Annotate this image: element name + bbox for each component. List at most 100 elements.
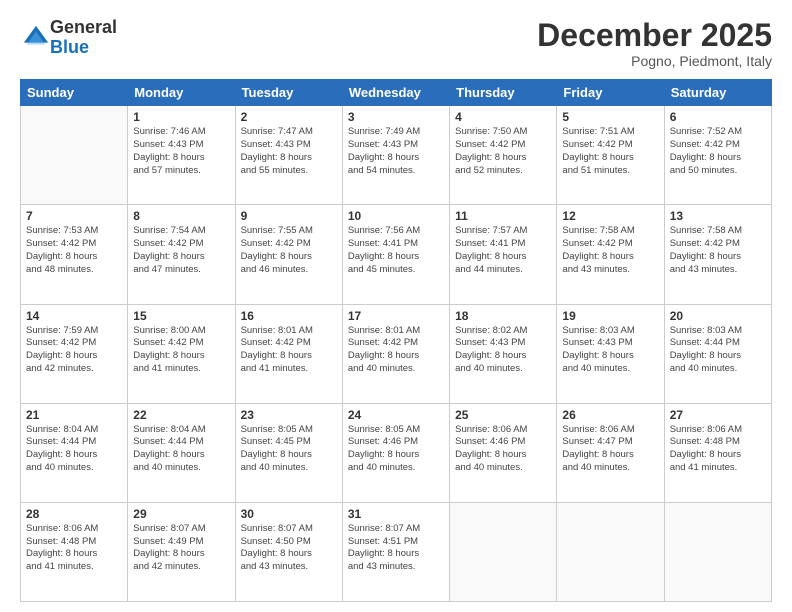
calendar-cell: 26 Sunrise: 8:06 AM Sunset: 4:47 PM Dayli… [557,403,664,502]
day-info: Sunrise: 7:54 AM Sunset: 4:42 PM Dayligh… [133,225,229,276]
day-header-wednesday: Wednesday [342,80,449,106]
calendar-cell: 19Sunrise: 8:03 AM Sunset: 4:43 PM Dayli… [557,304,664,403]
day-info: Sunrise: 7:51 AM Sunset: 4:42 PM Dayligh… [562,126,658,177]
calendar-week-1: 1 Sunrise: 7:46 AM Sunset: 4:43 PM Daylig… [21,106,772,205]
day-info: Sunrise: 8:04 AM Sunset: 4:44 PM Dayligh… [26,424,122,475]
day-number: 8 [133,209,229,223]
day-info: Sunrise: 8:01 AM Sunset: 4:42 PM Dayligh… [241,325,337,376]
day-info: Sunrise: 8:05 AM Sunset: 4:45 PM Dayligh… [241,424,337,475]
calendar-cell: 23Sunrise: 8:05 AM Sunset: 4:45 PM Dayli… [235,403,342,502]
day-header-sunday: Sunday [21,80,128,106]
day-info: Sunrise: 8:05 AM Sunset: 4:46 PM Dayligh… [348,424,444,475]
day-number: 14 [26,309,122,323]
calendar-cell: 12 Sunrise: 7:58 AM Sunset: 4:42 PM Dayli… [557,205,664,304]
logo-general: General [50,18,117,38]
day-number: 15 [133,309,229,323]
calendar-cell: 2 Sunrise: 7:47 AM Sunset: 4:43 PM Daylig… [235,106,342,205]
calendar-cell: 30Sunrise: 8:07 AM Sunset: 4:50 PM Dayli… [235,502,342,601]
calendar-week-3: 14 Sunrise: 7:59 AM Sunset: 4:42 PM Dayli… [21,304,772,403]
calendar-cell [21,106,128,205]
title-section: December 2025 Pogno, Piedmont, Italy [537,18,772,69]
day-number: 25 [455,408,551,422]
day-number: 9 [241,209,337,223]
day-header-saturday: Saturday [664,80,771,106]
calendar-cell: 3 Sunrise: 7:49 AM Sunset: 4:43 PM Daylig… [342,106,449,205]
day-info: Sunrise: 7:57 AM Sunset: 4:41 PM Dayligh… [455,225,551,276]
day-number: 18 [455,309,551,323]
day-number: 1 [133,110,229,124]
day-number: 5 [562,110,658,124]
day-number: 4 [455,110,551,124]
day-header-thursday: Thursday [450,80,557,106]
day-info: Sunrise: 7:47 AM Sunset: 4:43 PM Dayligh… [241,126,337,177]
day-info: Sunrise: 7:52 AM Sunset: 4:42 PM Dayligh… [670,126,766,177]
page: General Blue December 2025 Pogno, Piedmo… [0,0,792,612]
day-info: Sunrise: 8:06 AM Sunset: 4:47 PM Dayligh… [562,424,658,475]
calendar-cell: 15 Sunrise: 8:00 AM Sunset: 4:42 PM Dayli… [128,304,235,403]
day-info: Sunrise: 8:01 AM Sunset: 4:42 PM Dayligh… [348,325,444,376]
calendar-cell: 17 Sunrise: 8:01 AM Sunset: 4:42 PM Dayli… [342,304,449,403]
calendar-cell: 8 Sunrise: 7:54 AM Sunset: 4:42 PM Daylig… [128,205,235,304]
day-info: Sunrise: 8:04 AM Sunset: 4:44 PM Dayligh… [133,424,229,475]
calendar-cell: 13Sunrise: 7:58 AM Sunset: 4:42 PM Dayli… [664,205,771,304]
logo-blue: Blue [50,38,117,58]
day-number: 22 [133,408,229,422]
logo-icon [22,24,50,52]
day-info: Sunrise: 7:58 AM Sunset: 4:42 PM Dayligh… [562,225,658,276]
day-info: Sunrise: 8:07 AM Sunset: 4:51 PM Dayligh… [348,523,444,574]
day-header-friday: Friday [557,80,664,106]
calendar-cell: 1 Sunrise: 7:46 AM Sunset: 4:43 PM Daylig… [128,106,235,205]
calendar-cell: 14 Sunrise: 7:59 AM Sunset: 4:42 PM Dayli… [21,304,128,403]
day-header-monday: Monday [128,80,235,106]
calendar: SundayMondayTuesdayWednesdayThursdayFrid… [20,79,772,602]
calendar-cell: 31 Sunrise: 8:07 AM Sunset: 4:51 PM Dayli… [342,502,449,601]
calendar-cell: 20Sunrise: 8:03 AM Sunset: 4:44 PM Dayli… [664,304,771,403]
day-number: 20 [670,309,766,323]
day-info: Sunrise: 8:06 AM Sunset: 4:46 PM Dayligh… [455,424,551,475]
day-number: 16 [241,309,337,323]
day-info: Sunrise: 7:58 AM Sunset: 4:42 PM Dayligh… [670,225,766,276]
day-number: 29 [133,507,229,521]
calendar-cell: 29 Sunrise: 8:07 AM Sunset: 4:49 PM Dayli… [128,502,235,601]
calendar-cell: 22 Sunrise: 8:04 AM Sunset: 4:44 PM Dayli… [128,403,235,502]
calendar-cell: 9 Sunrise: 7:55 AM Sunset: 4:42 PM Daylig… [235,205,342,304]
header: General Blue December 2025 Pogno, Piedmo… [20,18,772,69]
day-info: Sunrise: 8:00 AM Sunset: 4:42 PM Dayligh… [133,325,229,376]
day-info: Sunrise: 7:55 AM Sunset: 4:42 PM Dayligh… [241,225,337,276]
calendar-cell: 21 Sunrise: 8:04 AM Sunset: 4:44 PM Dayli… [21,403,128,502]
day-number: 3 [348,110,444,124]
calendar-cell: 16 Sunrise: 8:01 AM Sunset: 4:42 PM Dayli… [235,304,342,403]
day-info: Sunrise: 7:59 AM Sunset: 4:42 PM Dayligh… [26,325,122,376]
calendar-cell: 4Sunrise: 7:50 AM Sunset: 4:42 PM Daylig… [450,106,557,205]
day-number: 24 [348,408,444,422]
day-number: 2 [241,110,337,124]
day-info: Sunrise: 8:06 AM Sunset: 4:48 PM Dayligh… [670,424,766,475]
calendar-cell: 5 Sunrise: 7:51 AM Sunset: 4:42 PM Daylig… [557,106,664,205]
day-number: 17 [348,309,444,323]
day-number: 27 [670,408,766,422]
calendar-cell: 6 Sunrise: 7:52 AM Sunset: 4:42 PM Daylig… [664,106,771,205]
day-info: Sunrise: 7:46 AM Sunset: 4:43 PM Dayligh… [133,126,229,177]
day-info: Sunrise: 8:06 AM Sunset: 4:48 PM Dayligh… [26,523,122,574]
day-number: 10 [348,209,444,223]
day-number: 6 [670,110,766,124]
calendar-cell: 24 Sunrise: 8:05 AM Sunset: 4:46 PM Dayli… [342,403,449,502]
day-number: 26 [562,408,658,422]
calendar-header-row: SundayMondayTuesdayWednesdayThursdayFrid… [21,80,772,106]
day-info: Sunrise: 7:49 AM Sunset: 4:43 PM Dayligh… [348,126,444,177]
day-number: 21 [26,408,122,422]
logo: General Blue [20,18,117,58]
day-info: Sunrise: 8:07 AM Sunset: 4:49 PM Dayligh… [133,523,229,574]
day-number: 11 [455,209,551,223]
day-number: 7 [26,209,122,223]
day-number: 12 [562,209,658,223]
month-title: December 2025 [537,18,772,53]
day-number: 31 [348,507,444,521]
day-info: Sunrise: 8:02 AM Sunset: 4:43 PM Dayligh… [455,325,551,376]
day-header-tuesday: Tuesday [235,80,342,106]
day-info: Sunrise: 8:07 AM Sunset: 4:50 PM Dayligh… [241,523,337,574]
calendar-cell: 27 Sunrise: 8:06 AM Sunset: 4:48 PM Dayli… [664,403,771,502]
calendar-cell [557,502,664,601]
day-info: Sunrise: 7:56 AM Sunset: 4:41 PM Dayligh… [348,225,444,276]
calendar-week-4: 21 Sunrise: 8:04 AM Sunset: 4:44 PM Dayli… [21,403,772,502]
